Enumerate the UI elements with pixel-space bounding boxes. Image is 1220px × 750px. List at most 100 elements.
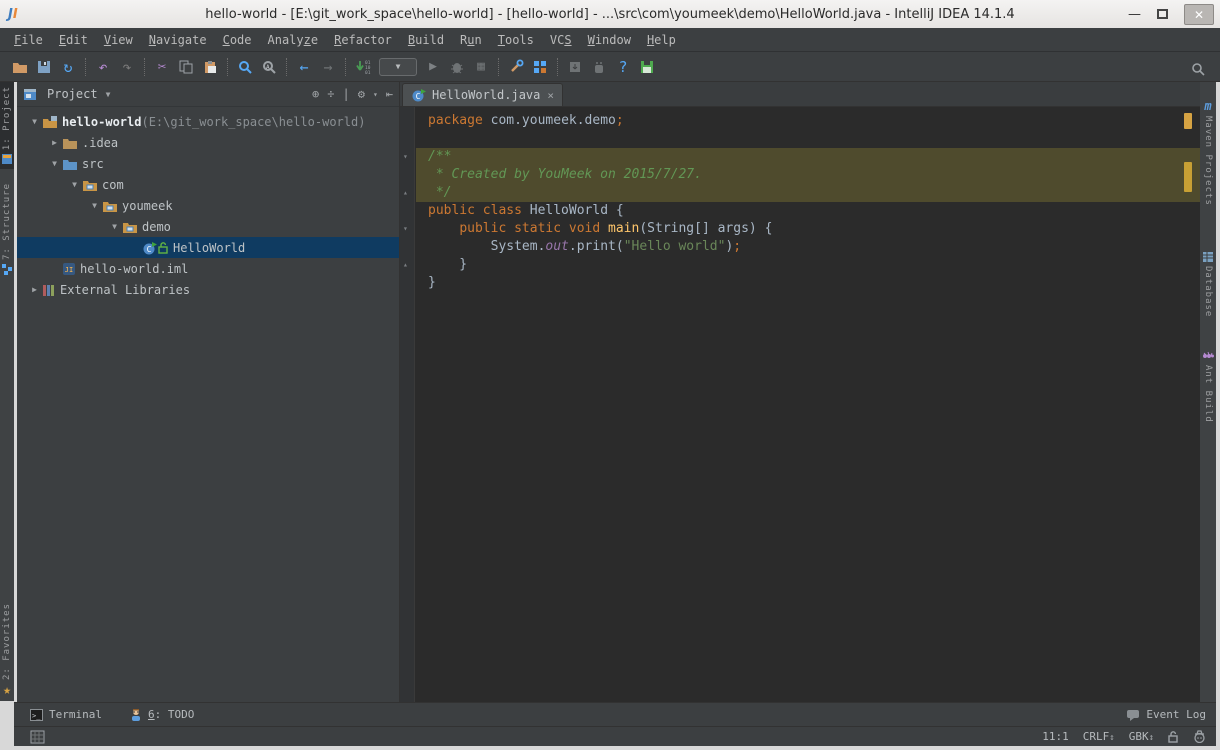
- tree-row-idea[interactable]: ▶.idea: [17, 132, 399, 153]
- tree-row-com[interactable]: ▼ com: [17, 174, 399, 195]
- menu-view[interactable]: View: [96, 29, 141, 51]
- run-button[interactable]: ▶: [421, 55, 445, 79]
- project-dropdown-arrow[interactable]: ▼: [106, 90, 111, 99]
- settings-button[interactable]: [504, 55, 528, 79]
- fold-marker[interactable]: ▴: [403, 260, 408, 269]
- tool-button-event-log[interactable]: Event Log: [1126, 708, 1206, 721]
- tool-button-2-favorites[interactable]: 2: Favorites★: [0, 599, 14, 702]
- menu-window[interactable]: Window: [580, 29, 639, 51]
- divider: |: [342, 87, 349, 101]
- tool-button-1-project[interactable]: 1: Project: [0, 82, 14, 169]
- menu-refactor[interactable]: Refactor: [326, 29, 400, 51]
- structure-tool-icon: [1, 263, 13, 275]
- hector-inspector-icon[interactable]: [1193, 730, 1206, 743]
- project-panel-title[interactable]: Project: [47, 87, 98, 101]
- tool-button-maven-projects[interactable]: mMaven Projects: [1201, 92, 1215, 210]
- toolbox-icon[interactable]: [30, 730, 45, 744]
- locate-icon[interactable]: ⊕: [312, 87, 319, 101]
- run-configuration-combo[interactable]: ▼: [379, 58, 417, 76]
- code-editor[interactable]: ▾▴▾▴ package com.youmeek.demo; /** * Cre…: [400, 107, 1200, 702]
- tool-button-ant-build[interactable]: Ant Build: [1201, 343, 1215, 427]
- error-stripe-mark[interactable]: [1184, 162, 1192, 192]
- back-button[interactable]: ←: [292, 55, 316, 79]
- window-title: hello-world - [E:\git_work_space\hello-w…: [0, 7, 1220, 22]
- tool-button-terminal[interactable]: >_Terminal: [30, 708, 102, 721]
- menu-build[interactable]: Build: [400, 29, 452, 51]
- tree-expand-arrow[interactable]: ▼: [27, 117, 42, 126]
- tree-expand-arrow[interactable]: ▶: [47, 138, 62, 147]
- run-config-button[interactable]: 011001: [351, 55, 375, 79]
- menu-edit[interactable]: Edit: [51, 29, 96, 51]
- minimize-button[interactable]: —: [1128, 7, 1141, 22]
- copy-button[interactable]: [174, 55, 198, 79]
- label: Run: [460, 33, 482, 47]
- menu-code[interactable]: Code: [215, 29, 260, 51]
- forward-button[interactable]: →: [316, 55, 340, 79]
- tree-row-external-libraries[interactable]: ▶External Libraries: [17, 279, 399, 300]
- undo-button[interactable]: ↶: [91, 55, 115, 79]
- caret-position[interactable]: 11:1: [1042, 730, 1069, 743]
- coverage-button[interactable]: ▦: [469, 55, 493, 79]
- tree-expand-arrow[interactable]: ▼: [87, 201, 102, 210]
- cut-button[interactable]: ✂: [150, 55, 174, 79]
- tab-close-icon[interactable]: ×: [547, 89, 554, 102]
- tree-expand-arrow[interactable]: ▼: [47, 159, 62, 168]
- collapse-all-icon[interactable]: ÷: [327, 87, 334, 101]
- replace-icon: A: [262, 60, 276, 74]
- gear-icon[interactable]: ⚙: [358, 87, 365, 101]
- menu-analyze[interactable]: Analyze: [260, 29, 327, 51]
- fold-marker[interactable]: ▾: [403, 224, 408, 233]
- tab-helloworld-java[interactable]: C HelloWorld.java ×: [402, 83, 563, 106]
- tool-button-7-structure[interactable]: 7: Structure: [0, 179, 14, 279]
- avd-manager-button[interactable]: [587, 55, 611, 79]
- find-button[interactable]: [233, 55, 257, 79]
- close-button[interactable]: ✕: [1184, 4, 1214, 25]
- tree-label: com: [102, 178, 124, 192]
- search-everywhere-button[interactable]: [1186, 57, 1210, 81]
- menu-tools[interactable]: Tools: [490, 29, 542, 51]
- tool-button-6-todo[interactable]: 6: TODO: [130, 708, 194, 721]
- error-stripe-mark[interactable]: [1184, 113, 1192, 129]
- redo-button[interactable]: ↷: [115, 55, 139, 79]
- unlock-icon[interactable]: [1168, 730, 1179, 743]
- event-log-icon: [1126, 709, 1140, 721]
- paste-button[interactable]: [198, 55, 222, 79]
- sync-button[interactable]: ↻: [56, 55, 80, 79]
- tree-row-youmeek[interactable]: ▼youmeek: [17, 195, 399, 216]
- debug-button[interactable]: [445, 55, 469, 79]
- tree-row-hello-world-iml[interactable]: JIhello-world.iml: [17, 258, 399, 279]
- gear-arrow[interactable]: ▾: [373, 90, 378, 99]
- open-button[interactable]: [8, 55, 32, 79]
- save-button[interactable]: [32, 55, 56, 79]
- menu-help[interactable]: Help: [639, 29, 684, 51]
- menu-run[interactable]: Run: [452, 29, 490, 51]
- project-structure-button[interactable]: [528, 55, 552, 79]
- line-ending-selector[interactable]: CRLF↕: [1083, 730, 1115, 743]
- tree-row-hello-world[interactable]: ▼hello-world (E:\git_work_space\hello-wo…: [17, 111, 399, 132]
- svg-text:>_: >_: [32, 712, 41, 720]
- encoding-selector[interactable]: GBK↕: [1129, 730, 1154, 743]
- tree-row-demo[interactable]: ▼demo: [17, 216, 399, 237]
- tree-expand-arrow[interactable]: ▶: [27, 285, 42, 294]
- hide-panel-icon[interactable]: ⇤: [386, 87, 393, 101]
- tree-row-src[interactable]: ▼src: [17, 153, 399, 174]
- tree-row-helloworld[interactable]: CHelloWorld: [17, 237, 399, 258]
- tree-expand-arrow[interactable]: ▼: [67, 180, 82, 189]
- replace-button[interactable]: A: [257, 55, 281, 79]
- menu-vcs[interactable]: VCS: [542, 29, 580, 51]
- sdk-manager-icon: [568, 60, 582, 74]
- menu-navigate[interactable]: Navigate: [141, 29, 215, 51]
- tool-button-label: 7: Structure: [2, 183, 12, 260]
- sdk-manager-button[interactable]: [563, 55, 587, 79]
- maximize-button[interactable]: [1157, 9, 1168, 19]
- fold-marker[interactable]: ▾: [403, 152, 408, 161]
- label: Refactor: [334, 33, 392, 47]
- tree-path: (E:\git_work_space\hello-world): [141, 115, 365, 129]
- updown-icon: ↕: [1109, 733, 1114, 743]
- tree-expand-arrow[interactable]: ▼: [107, 222, 122, 231]
- fold-marker[interactable]: ▴: [403, 188, 408, 197]
- menu-file[interactable]: File: [6, 29, 51, 51]
- tool-button-database[interactable]: Database: [1201, 244, 1215, 321]
- help-button[interactable]: ?: [611, 55, 635, 79]
- plugin-button[interactable]: [635, 55, 659, 79]
